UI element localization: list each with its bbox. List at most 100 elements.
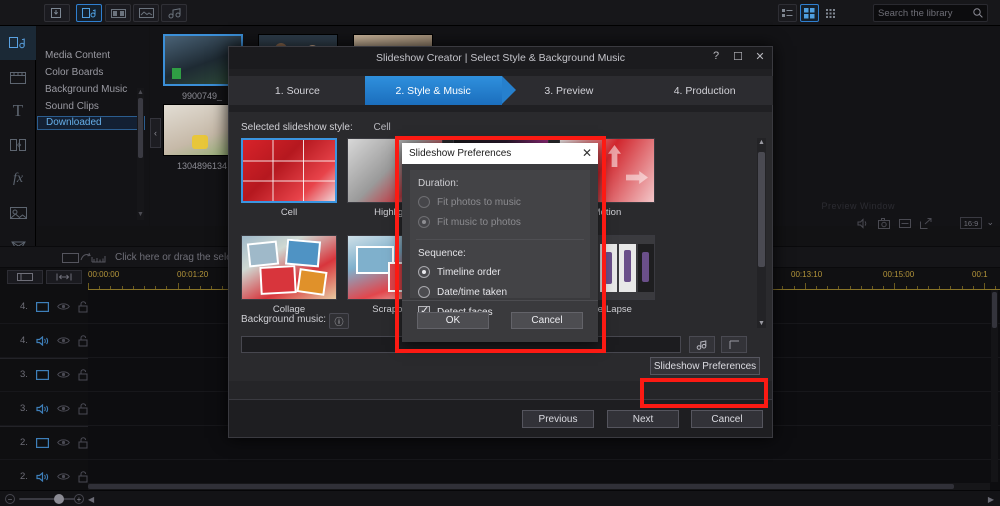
zoom-slider-knob[interactable] — [54, 494, 64, 504]
scroll-up-arrow[interactable]: ▲ — [757, 139, 766, 146]
sidebar-item-downloaded[interactable]: Downloaded — [37, 116, 145, 130]
eye-icon[interactable] — [57, 404, 70, 413]
radio-icon[interactable] — [418, 286, 430, 298]
dialog-titlebar: Slideshow Creator | Select Style & Backg… — [229, 47, 772, 69]
audio-tab[interactable] — [161, 4, 187, 22]
preview-window-title: Preview Window — [821, 201, 895, 211]
style-thumbnail[interactable] — [241, 235, 337, 300]
track-header: 2. — [0, 460, 88, 493]
eye-icon[interactable] — [57, 370, 70, 379]
tab-production[interactable]: 4. Production — [636, 76, 773, 105]
sidebar-item-transition-room[interactable] — [0, 128, 36, 162]
track-header: 3. — [0, 358, 88, 391]
drag-to-timeline-icon[interactable] — [62, 251, 106, 267]
tab-preview[interactable]: 3. Preview — [500, 76, 651, 105]
dialog-footer: Previous Next Cancel — [229, 399, 772, 437]
track-header: 4. — [0, 290, 88, 323]
zoom-in-button[interactable]: + — [74, 494, 84, 504]
slideshow-preferences-button[interactable]: Slideshow Preferences — [650, 357, 760, 375]
scroll-thumb[interactable] — [88, 484, 954, 489]
image-tab[interactable] — [133, 4, 159, 22]
sidebar-item-library[interactable] — [0, 60, 36, 94]
tab-source[interactable]: 1. Source — [229, 76, 380, 105]
scroll-up-arrow[interactable]: ▲ — [137, 89, 144, 97]
import-media-icon[interactable] — [44, 4, 70, 22]
close-icon[interactable]: ✕ — [754, 50, 766, 63]
video-track-icon[interactable] — [35, 437, 49, 448]
tile-view-icon[interactable] — [822, 4, 841, 22]
filmstrip-tab[interactable] — [105, 4, 131, 22]
info-icon[interactable]: ⓘ — [329, 313, 349, 329]
sidebar-item-fx-room[interactable]: fx — [0, 162, 36, 196]
maximize-icon[interactable]: ☐ — [732, 50, 744, 63]
preferences-cancel-button[interactable]: Cancel — [511, 312, 583, 329]
scroll-thumb[interactable] — [138, 98, 143, 158]
music-trim-button[interactable] — [721, 336, 747, 353]
search-input[interactable]: Search the library — [873, 4, 988, 22]
chevron-down-icon[interactable]: ⌄ — [986, 217, 994, 228]
option-timeline-order[interactable]: Timeline order — [418, 264, 590, 280]
cancel-button[interactable]: Cancel — [691, 410, 763, 428]
zoom-slider-track[interactable] — [19, 498, 75, 500]
radio-icon[interactable] — [418, 266, 430, 278]
previous-button[interactable]: Previous — [522, 410, 594, 428]
divider — [416, 239, 584, 240]
sidebar-item-title-room[interactable]: T — [0, 94, 36, 128]
sidebar-item-color-boards[interactable]: Color Boards — [37, 65, 149, 80]
option-fit-photos-to-music[interactable]: Fit photos to music — [418, 194, 590, 210]
media-room-tab[interactable] — [76, 4, 102, 22]
audio-track-icon[interactable] — [36, 471, 49, 482]
eye-icon[interactable] — [57, 472, 70, 481]
option-date-time-taken[interactable]: Date/time taken — [418, 284, 590, 300]
video-track-icon[interactable] — [35, 369, 49, 380]
track-number: 3. — [20, 369, 28, 380]
radio-icon[interactable] — [418, 216, 430, 228]
radio-icon[interactable] — [418, 196, 430, 208]
scroll-down-arrow[interactable]: ▼ — [137, 211, 144, 219]
eye-icon[interactable] — [57, 336, 70, 345]
sidebar-item-media-content[interactable]: Media Content — [37, 48, 149, 63]
style-card-collage[interactable]: Collage — [241, 235, 337, 315]
music-browse-button[interactable] — [689, 336, 715, 353]
close-icon[interactable]: ✕ — [582, 146, 592, 160]
track-manager-button[interactable] — [7, 270, 43, 284]
style-card-cell[interactable]: Cell — [241, 138, 337, 218]
scroll-thumb[interactable] — [992, 292, 997, 328]
scroll-left-arrow[interactable]: ◀ — [88, 495, 94, 504]
list-view-icon[interactable] — [778, 4, 797, 22]
video-track-icon[interactable] — [35, 301, 49, 312]
next-button[interactable]: Next — [607, 410, 679, 428]
selected-style-label: Selected slideshow style: — [241, 122, 353, 133]
option-label: Fit music to photos — [437, 216, 521, 228]
sidebar-item-background-music[interactable]: Background Music — [37, 82, 149, 97]
scroll-right-arrow[interactable]: ▶ — [988, 495, 994, 504]
zoom-out-button[interactable]: − — [5, 494, 15, 504]
audio-track-icon[interactable] — [36, 335, 49, 346]
search-icon — [973, 8, 983, 18]
grid-view-icon[interactable] — [800, 4, 819, 22]
library-scrollbar[interactable]: ▲ ▼ — [137, 88, 144, 220]
tab-style-music[interactable]: 2. Style & Music — [364, 76, 516, 105]
style-grid-scrollbar[interactable]: ▲ ▼ — [757, 138, 766, 328]
style-thumbnail[interactable] — [241, 138, 337, 203]
collapse-panel-button[interactable]: ‹ — [150, 118, 161, 148]
preview-player-controls: Preview Window 16:9 ⌄ — [740, 196, 1000, 241]
sidebar-item-sound-clips[interactable]: Sound Clips — [37, 99, 149, 114]
volume-icon — [857, 218, 867, 229]
scroll-thumb[interactable] — [758, 152, 765, 267]
timeline-vertical-scrollbar[interactable] — [991, 290, 998, 482]
video-editor-window: Search the library T fx ••• Media Conten… — [0, 0, 1000, 506]
sidebar-item-overlay-room[interactable] — [0, 196, 36, 230]
magnet-snap-button[interactable] — [46, 270, 82, 284]
eye-icon[interactable] — [57, 438, 70, 447]
help-icon[interactable]: ? — [710, 50, 722, 63]
ok-button[interactable]: OK — [417, 312, 489, 329]
audio-track-icon[interactable] — [36, 403, 49, 414]
track-header: 3. — [0, 392, 88, 425]
timeline-horizontal-scrollbar[interactable] — [88, 483, 990, 490]
eye-icon[interactable] — [57, 302, 70, 311]
sidebar-item-media-room[interactable] — [0, 26, 36, 60]
aspect-ratio-value[interactable]: 16:9 — [960, 217, 982, 229]
scroll-down-arrow[interactable]: ▼ — [757, 320, 766, 327]
option-fit-music-to-photos[interactable]: Fit music to photos — [418, 214, 590, 230]
